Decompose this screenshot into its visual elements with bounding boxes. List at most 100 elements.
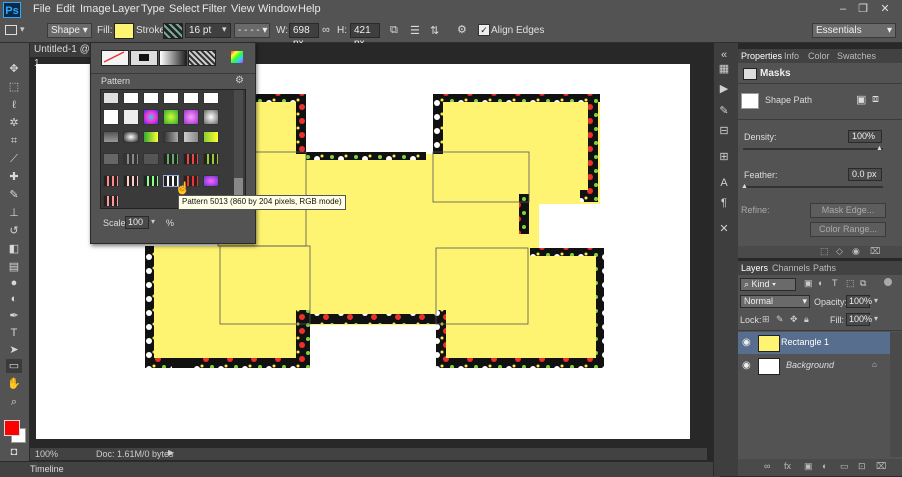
tab-swatches[interactable]: Swatches bbox=[837, 49, 876, 63]
pattern-swatch[interactable] bbox=[103, 175, 119, 187]
gradient-fill-icon[interactable] bbox=[159, 50, 187, 66]
pattern-scrollbar[interactable] bbox=[234, 90, 243, 206]
pattern-swatch[interactable] bbox=[103, 92, 119, 104]
lock-transparent-icon[interactable]: ⊞ bbox=[762, 314, 770, 325]
pattern-swatch[interactable] bbox=[183, 131, 199, 143]
new-layer-icon[interactable]: ⊡ bbox=[858, 461, 866, 472]
chevron-down-icon[interactable]: ▾ bbox=[151, 217, 155, 226]
pattern-swatch[interactable] bbox=[163, 109, 179, 125]
feather-slider[interactable] bbox=[743, 186, 883, 188]
pattern-swatch[interactable] bbox=[103, 131, 119, 143]
filter-pixel-icon[interactable]: ▣ bbox=[804, 278, 813, 289]
pattern-swatch[interactable] bbox=[183, 92, 199, 104]
pattern-fill-icon[interactable] bbox=[188, 50, 216, 66]
tab-channels[interactable]: Channels bbox=[772, 261, 810, 275]
apply-mask-icon[interactable]: ◇ bbox=[836, 246, 843, 257]
layer-filter-dropdown[interactable]: ⌕ Kind ▾ bbox=[740, 278, 796, 291]
tab-properties[interactable]: Properties bbox=[741, 49, 782, 63]
actions-panel-icon[interactable]: ▶ bbox=[716, 82, 732, 96]
filter-smart-object-icon[interactable]: ⧉ bbox=[860, 278, 866, 289]
eye-icon[interactable]: ◉ bbox=[742, 360, 751, 371]
pattern-swatch[interactable] bbox=[123, 109, 139, 125]
feather-field[interactable]: 0.0 px bbox=[848, 168, 882, 181]
mask-edge-button[interactable]: Mask Edge... bbox=[810, 203, 886, 218]
eye-icon[interactable]: ◉ bbox=[852, 246, 860, 257]
pattern-swatch[interactable] bbox=[183, 153, 199, 165]
gear-icon[interactable]: ⚙ bbox=[235, 75, 244, 86]
history-panel-icon[interactable]: ▦ bbox=[716, 62, 732, 76]
pattern-swatch[interactable] bbox=[203, 92, 219, 104]
density-field[interactable]: 100% bbox=[848, 130, 882, 143]
layer-row-rectangle-1[interactable]: ◉ Rectangle 1 bbox=[738, 332, 890, 354]
pattern-swatch[interactable] bbox=[143, 109, 159, 125]
no-fill-icon[interactable] bbox=[101, 50, 129, 66]
pattern-swatch[interactable] bbox=[143, 175, 159, 187]
pattern-swatch[interactable] bbox=[143, 92, 159, 104]
feather-slider-handle[interactable]: ▲ bbox=[741, 183, 748, 190]
layer-name[interactable]: Background bbox=[786, 360, 834, 370]
trash-icon[interactable]: ⌧ bbox=[876, 461, 886, 472]
eye-icon[interactable]: ◉ bbox=[742, 337, 751, 348]
lock-image-icon[interactable]: ✎ bbox=[776, 314, 784, 325]
timeline-panel-tab[interactable]: Timeline bbox=[0, 461, 720, 477]
load-selection-icon[interactable]: ⬚ bbox=[820, 246, 829, 257]
density-slider-handle[interactable]: ▲ bbox=[876, 145, 883, 152]
filter-shape-icon[interactable]: ⬚ bbox=[846, 278, 855, 289]
add-vector-mask-icon[interactable]: ⧈ bbox=[872, 93, 879, 106]
density-slider[interactable] bbox=[743, 148, 883, 150]
solid-color-fill-icon[interactable] bbox=[130, 50, 158, 66]
add-mask-icon[interactable]: ▣ bbox=[804, 461, 813, 472]
pattern-swatch[interactable] bbox=[123, 131, 139, 143]
color-range-button[interactable]: Color Range... bbox=[810, 222, 886, 237]
layer-row-background[interactable]: ◉ Background ⌂ bbox=[738, 355, 890, 377]
pattern-swatch[interactable] bbox=[163, 131, 179, 143]
scale-field[interactable]: 100 bbox=[125, 216, 149, 229]
tab-color[interactable]: Color bbox=[808, 49, 830, 63]
pattern-swatch[interactable] bbox=[123, 92, 139, 104]
pattern-swatch[interactable] bbox=[143, 131, 159, 143]
tab-paths[interactable]: Paths bbox=[813, 261, 836, 275]
blend-mode-dropdown[interactable]: Normal ▾ bbox=[740, 295, 810, 308]
layers-scrollbar[interactable] bbox=[890, 332, 902, 457]
pattern-swatch[interactable] bbox=[163, 92, 179, 104]
color-picker-icon[interactable] bbox=[231, 51, 243, 63]
document-info[interactable]: Doc: 1.61M/0 bytes bbox=[96, 449, 174, 459]
tools-panel-icon[interactable]: ✕ bbox=[716, 222, 732, 236]
pattern-swatch[interactable] bbox=[123, 153, 139, 165]
brush-panel-icon[interactable]: ⊟ bbox=[716, 124, 732, 138]
tab-info[interactable]: Info bbox=[784, 49, 799, 63]
brush-presets-icon[interactable]: ✎ bbox=[716, 104, 732, 118]
chevron-down-icon[interactable]: ▾ bbox=[874, 314, 878, 323]
pattern-swatch[interactable] bbox=[103, 195, 119, 207]
pattern-swatch[interactable] bbox=[143, 153, 159, 165]
tab-layers[interactable]: Layers bbox=[741, 261, 768, 275]
layer-name[interactable]: Rectangle 1 bbox=[781, 337, 829, 347]
fill-field[interactable]: 100% bbox=[846, 313, 872, 326]
adjustment-layer-icon[interactable]: ◐ bbox=[822, 461, 827, 471]
filter-toggle-icon[interactable] bbox=[884, 278, 892, 286]
status-arrow-icon[interactable]: ▶ bbox=[168, 448, 174, 457]
filter-type-icon[interactable]: T bbox=[832, 278, 838, 288]
add-pixel-mask-icon[interactable]: ▣ bbox=[856, 93, 866, 106]
lock-position-icon[interactable]: ✥ bbox=[790, 314, 798, 325]
tool-presets-icon[interactable]: ⊞ bbox=[716, 150, 732, 164]
pattern-swatch[interactable] bbox=[123, 175, 139, 187]
opacity-field[interactable]: 100% bbox=[846, 295, 872, 308]
paragraph-panel-icon[interactable]: ¶ bbox=[716, 196, 732, 210]
filter-adjustment-icon[interactable]: ◐ bbox=[818, 278, 823, 288]
collapse-arrows-icon[interactable]: « bbox=[716, 48, 732, 62]
character-panel-icon[interactable]: A bbox=[716, 176, 732, 190]
pattern-swatch[interactable] bbox=[103, 153, 119, 165]
fx-icon[interactable]: fx bbox=[784, 461, 791, 471]
pattern-swatch[interactable] bbox=[203, 175, 219, 187]
lock-all-icon[interactable]: 🔒︎ bbox=[804, 314, 809, 325]
chevron-down-icon[interactable]: ▾ bbox=[874, 296, 878, 305]
pattern-swatch[interactable] bbox=[203, 153, 219, 165]
link-layers-icon[interactable]: ∞ bbox=[764, 461, 770, 471]
pattern-swatch[interactable] bbox=[203, 109, 219, 125]
zoom-level[interactable]: 100% bbox=[35, 449, 58, 459]
pattern-swatch[interactable] bbox=[103, 109, 119, 125]
trash-icon[interactable]: ⌧ bbox=[870, 246, 880, 257]
pattern-swatch[interactable] bbox=[203, 131, 219, 143]
group-folder-icon[interactable]: ▭ bbox=[840, 461, 849, 472]
